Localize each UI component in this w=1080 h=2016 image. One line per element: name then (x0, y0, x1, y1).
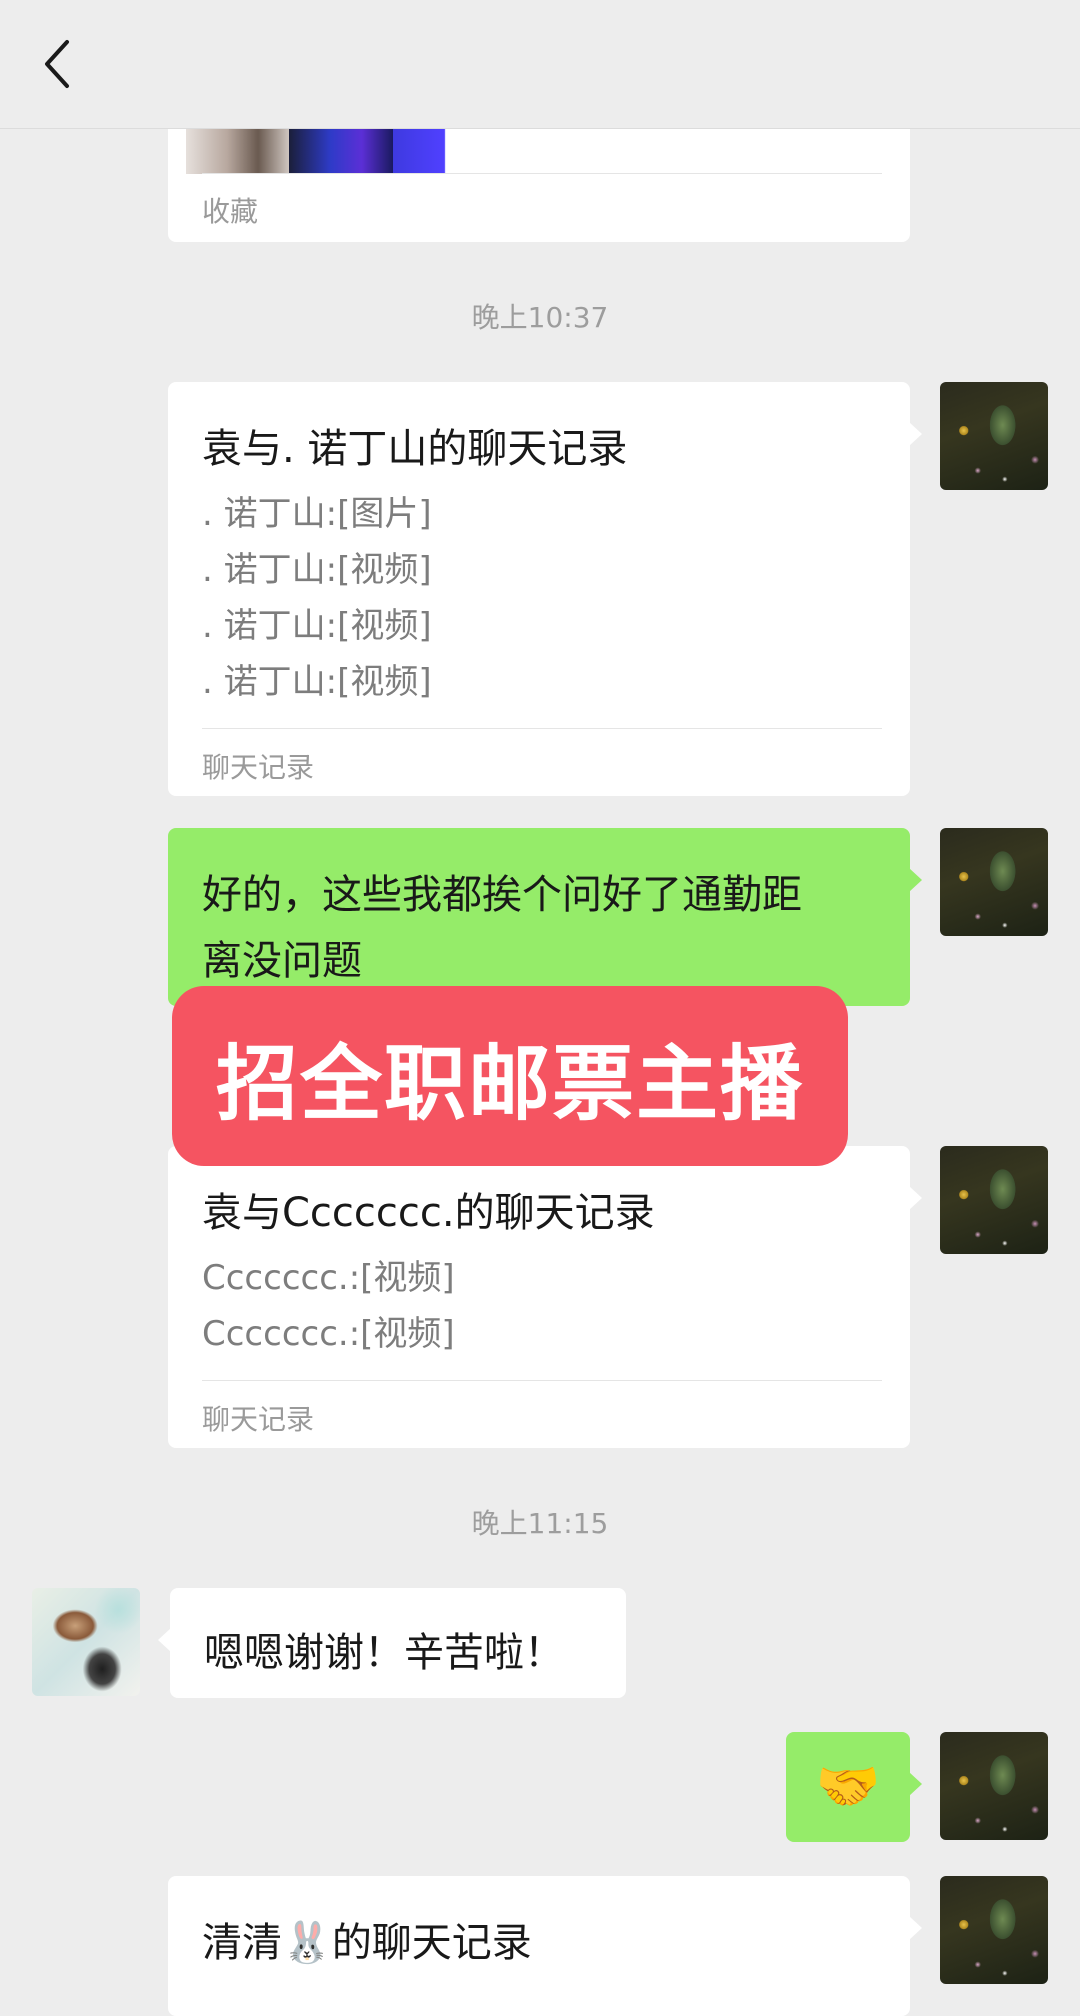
chat-record-line: . 诺丁山:[视频] (202, 606, 432, 646)
chat-record-footer: 聊天记录 (202, 1403, 315, 1436)
card-divider (202, 173, 882, 174)
chevron-left-icon (45, 40, 69, 88)
handshake-icon: 🤝 (815, 1757, 881, 1817)
card-divider (202, 1380, 882, 1381)
chat-record-title-suffix: 的聊天记录 (331, 1920, 532, 1966)
chat-record-line: . 诺丁山:[视频] (202, 662, 432, 702)
chat-record-footer: 聊天记录 (202, 751, 315, 784)
avatar[interactable] (940, 828, 1048, 936)
favorite-footer: 收藏 (202, 195, 259, 228)
chat-record-card[interactable]: 清清🐰的聊天记录 (168, 1876, 922, 2016)
text-message[interactable]: 嗯嗯谢谢！辛苦啦！ (158, 1588, 626, 1698)
card-divider (202, 728, 882, 729)
thumbnail-image (186, 122, 290, 174)
chat-record-card[interactable]: 袁与Ccccccc.的聊天记录 Ccccccc.:[视频] Ccccccc.:[… (168, 1146, 922, 1448)
timestamp: 晚上10:37 (471, 301, 609, 334)
emoji-message[interactable]: 🤝 (786, 1732, 922, 1842)
message-text-line: 离没问题 (202, 938, 362, 984)
chat-record-title: 清清🐰的聊天记录 (202, 1910, 532, 1968)
contact-avatar[interactable] (32, 1588, 140, 1696)
message-text: 嗯嗯谢谢！辛苦啦！ (204, 1630, 564, 1676)
overlay-banner: 招全职邮票主播 (172, 986, 848, 1166)
timestamp: 晚上11:15 (471, 1507, 609, 1540)
rabbit-icon: 🐰 (282, 1920, 332, 1966)
avatar[interactable] (940, 1732, 1048, 1840)
favorite-thumbnails (186, 122, 496, 174)
text-message[interactable]: 好的，这些我都挨个问好了通勤距 离没问题 (168, 828, 922, 1006)
thumbnail-image (392, 122, 496, 174)
chat-record-card[interactable]: 袁与. 诺丁山的聊天记录 . 诺丁山:[图片] . 诺丁山:[视频] . 诺丁山… (168, 382, 922, 796)
overlay-banner-text: 招全职邮票主播 (215, 1036, 804, 1132)
thumbnail-image (289, 122, 393, 174)
chat-record-line: . 诺丁山:[图片] (202, 494, 432, 534)
top-nav-bar (0, 0, 1080, 129)
back-button[interactable] (30, 36, 86, 92)
avatar[interactable] (940, 382, 1048, 490)
chat-record-title-prefix: 清清 (202, 1920, 282, 1966)
avatar[interactable] (940, 1146, 1048, 1254)
chat-record-line: Ccccccc.:[视频] (202, 1314, 455, 1354)
chat-record-line: . 诺丁山:[视频] (202, 550, 432, 590)
avatar[interactable] (940, 1876, 1048, 1984)
chat-record-title: 袁与Ccccccc.的聊天记录 (202, 1190, 655, 1236)
chat-record-line: Ccccccc.:[视频] (202, 1258, 455, 1298)
chat-record-title: 袁与. 诺丁山的聊天记录 (202, 426, 628, 472)
message-text-line: 好的，这些我都挨个问好了通勤距 (202, 872, 802, 918)
